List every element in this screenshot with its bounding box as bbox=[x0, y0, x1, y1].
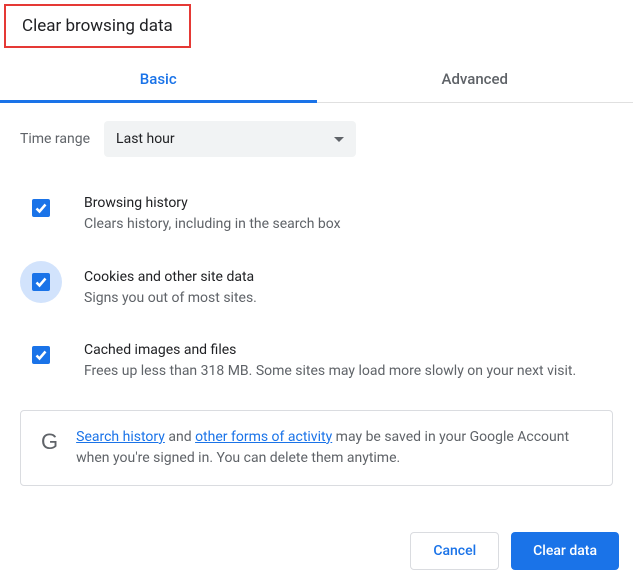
info-text-sep: and bbox=[165, 429, 195, 445]
time-range-row: Time range Last hour bbox=[20, 121, 613, 157]
option-title: Browsing history bbox=[84, 195, 341, 211]
option-text: Browsing history Clears history, includi… bbox=[84, 189, 341, 235]
cancel-button[interactable]: Cancel bbox=[410, 532, 499, 570]
time-range-select[interactable]: Last hour bbox=[104, 121, 356, 157]
info-text: Search history and other forms of activi… bbox=[76, 427, 592, 469]
checkbox-cache[interactable] bbox=[32, 346, 50, 364]
link-other-activity[interactable]: other forms of activity bbox=[195, 429, 332, 445]
option-title: Cookies and other site data bbox=[84, 269, 257, 285]
tab-advanced[interactable]: Advanced bbox=[317, 56, 633, 102]
checkbox-wrap bbox=[20, 334, 62, 376]
google-g-icon: G bbox=[41, 429, 58, 455]
info-box: G Search history and other forms of acti… bbox=[20, 410, 613, 486]
checkmark-icon bbox=[34, 275, 48, 289]
option-cache: Cached images and files Frees up less th… bbox=[20, 336, 613, 382]
dropdown-triangle-icon bbox=[334, 137, 344, 142]
dialog-title: Clear browsing data bbox=[22, 16, 173, 36]
checkbox-cookies[interactable] bbox=[32, 273, 50, 291]
option-desc: Signs you out of most sites. bbox=[84, 289, 257, 309]
clear-data-button[interactable]: Clear data bbox=[511, 532, 619, 570]
option-desc: Frees up less than 318 MB. Some sites ma… bbox=[84, 362, 576, 382]
tabs: Basic Advanced bbox=[0, 56, 633, 103]
checkbox-browsing-history[interactable] bbox=[32, 199, 50, 217]
option-browsing-history: Browsing history Clears history, includi… bbox=[20, 189, 613, 235]
option-text: Cached images and files Frees up less th… bbox=[84, 336, 576, 382]
dialog-content: Time range Last hour Browsing history Cl… bbox=[0, 103, 633, 486]
option-cookies: Cookies and other site data Signs you ou… bbox=[20, 263, 613, 309]
checkbox-wrap bbox=[20, 187, 62, 229]
tab-basic[interactable]: Basic bbox=[0, 56, 317, 102]
dialog-title-frame: Clear browsing data bbox=[4, 4, 191, 48]
link-search-history[interactable]: Search history bbox=[76, 429, 165, 445]
time-range-value: Last hour bbox=[116, 131, 175, 147]
option-desc: Clears history, including in the search … bbox=[84, 215, 341, 235]
checkmark-icon bbox=[34, 348, 48, 362]
option-text: Cookies and other site data Signs you ou… bbox=[84, 263, 257, 309]
time-range-label: Time range bbox=[20, 131, 90, 147]
checkbox-wrap bbox=[20, 261, 62, 303]
checkmark-icon bbox=[34, 201, 48, 215]
option-title: Cached images and files bbox=[84, 342, 576, 358]
dialog-footer: Cancel Clear data bbox=[410, 532, 619, 570]
